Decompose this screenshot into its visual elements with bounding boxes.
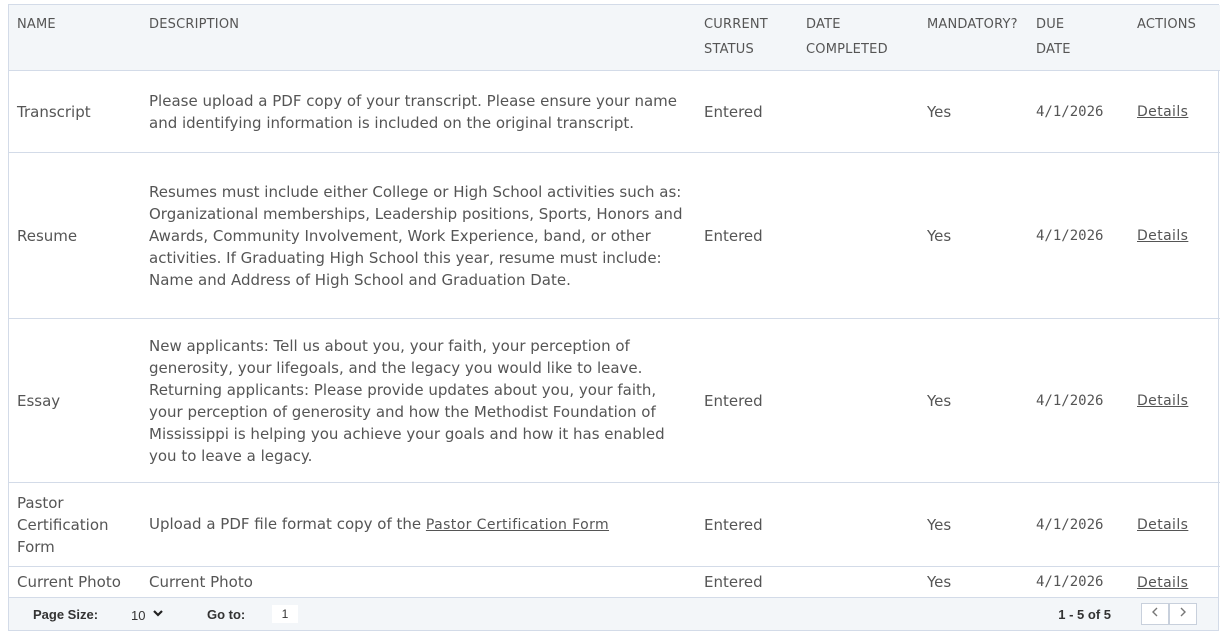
column-header-current-status[interactable]: CURRENT STATUS — [696, 5, 798, 71]
cell-description: New applicants: Tell us about you, your … — [141, 318, 696, 483]
cell-description: Please upload a PDF copy of your transcr… — [141, 70, 696, 153]
cell-name: Current Photo — [9, 566, 141, 598]
cell-name: Essay — [9, 318, 141, 483]
details-link[interactable]: Details — [1137, 393, 1188, 409]
pager-footer: Page Size: 10 Go to: 1 1 - 5 of 5 — [9, 597, 1218, 630]
table-row: Resume Resumes must include either Colle… — [9, 152, 1220, 319]
details-link[interactable]: Details — [1137, 228, 1188, 244]
cell-name: Pastor Certification Form — [9, 482, 141, 567]
column-header-date-completed[interactable]: DATE COMPLETED — [798, 5, 919, 71]
goto-label: Go to: — [207, 607, 246, 622]
cell-status: Entered — [696, 70, 798, 153]
cell-mandatory: Yes — [919, 152, 1030, 319]
cell-name: Transcript — [9, 70, 141, 153]
cell-due-date: 4/1/2026 — [1030, 70, 1131, 153]
pastor-certification-form-link[interactable]: Pastor Certification Form — [426, 517, 609, 533]
chevron-down-icon[interactable] — [152, 607, 164, 622]
column-header-description[interactable]: DESCRIPTION — [141, 5, 696, 71]
column-header-mandatory[interactable]: MANDATORY? — [919, 5, 1030, 71]
chevron-left-icon — [1152, 607, 1158, 617]
cell-name: Resume — [9, 152, 141, 319]
details-link[interactable]: Details — [1137, 104, 1188, 120]
cell-description: Resumes must include either College or H… — [141, 152, 696, 319]
table-header: NAME DESCRIPTION CURRENT STATUS DATE COMPL… — [9, 5, 1220, 71]
cell-date-completed — [798, 482, 919, 567]
cell-status: Entered — [696, 318, 798, 483]
table-row: Transcript Please upload a PDF copy of y… — [9, 70, 1220, 153]
cell-status: Entered — [696, 482, 798, 567]
column-header-actions: ACTIONS — [1131, 5, 1220, 71]
table-row: Pastor Certification Form Upload a PDF f… — [9, 482, 1220, 567]
goto-page-input[interactable]: 1 — [272, 605, 298, 623]
prev-page-button[interactable] — [1141, 603, 1169, 625]
cell-due-date: 4/1/2026 — [1030, 318, 1131, 483]
cell-status: Entered — [696, 566, 798, 598]
cell-description: Upload a PDF file format copy of the Pas… — [141, 482, 696, 567]
table-row: Current Photo Current Photo Entered Yes … — [9, 566, 1220, 598]
cell-due-date: 4/1/2026 — [1030, 482, 1131, 567]
table-row: Essay New applicants: Tell us about you,… — [9, 318, 1220, 483]
page-size-label: Page Size: — [33, 607, 99, 622]
details-link[interactable]: Details — [1137, 517, 1188, 533]
next-page-button[interactable] — [1169, 603, 1197, 625]
cell-mandatory: Yes — [919, 482, 1030, 567]
cell-date-completed — [798, 152, 919, 319]
cell-mandatory: Yes — [919, 70, 1030, 153]
column-header-name[interactable]: NAME — [9, 5, 141, 71]
cell-date-completed — [798, 70, 919, 153]
cell-mandatory: Yes — [919, 566, 1030, 598]
page-size-select[interactable]: 10 — [131, 608, 145, 623]
record-count: 1 - 5 of 5 — [1058, 607, 1111, 622]
cell-description: Current Photo — [141, 566, 696, 598]
cell-status: Entered — [696, 152, 798, 319]
cell-due-date: 4/1/2026 — [1030, 152, 1131, 319]
requirements-table: NAME DESCRIPTION CURRENT STATUS DATE COMPL… — [9, 5, 1220, 598]
cell-due-date: 4/1/2026 — [1030, 566, 1131, 598]
cell-date-completed — [798, 318, 919, 483]
chevron-right-icon — [1180, 607, 1186, 617]
column-header-due-date[interactable]: DUE DATE — [1030, 5, 1131, 71]
details-link[interactable]: Details — [1137, 575, 1188, 591]
cell-date-completed — [798, 566, 919, 598]
cell-mandatory: Yes — [919, 318, 1030, 483]
requirements-grid: NAME DESCRIPTION CURRENT STATUS DATE COMPL… — [8, 4, 1220, 631]
